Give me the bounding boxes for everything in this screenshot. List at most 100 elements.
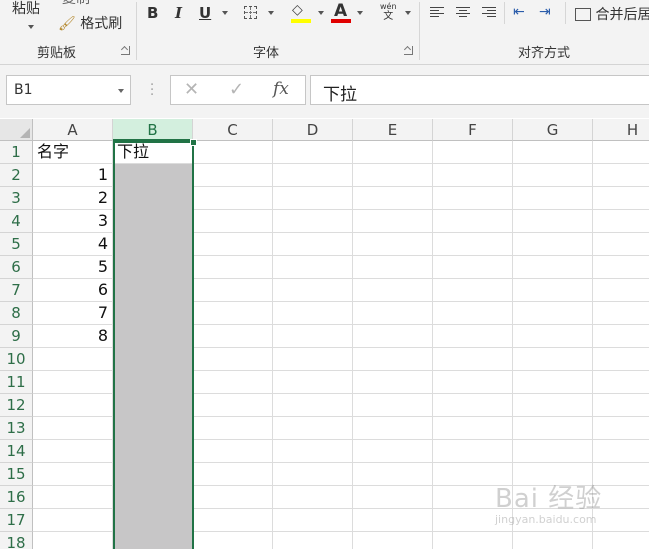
row-header-15[interactable]: 15 [0, 463, 33, 486]
cell-c7[interactable] [193, 279, 273, 302]
cell-c17[interactable] [193, 509, 273, 532]
align-left-icon[interactable] [430, 7, 444, 18]
cell-d15[interactable] [273, 463, 353, 486]
cell-g10[interactable] [513, 348, 593, 371]
increase-indent-icon[interactable]: ⇥ [539, 4, 551, 20]
cell-c6[interactable] [193, 256, 273, 279]
cell-b13[interactable] [113, 417, 193, 440]
underline-dropdown-icon[interactable] [222, 11, 228, 15]
cell-g14[interactable] [513, 440, 593, 463]
cell-b18[interactable] [113, 532, 193, 549]
merge-center-button[interactable]: 合并后居 [575, 4, 649, 24]
cell-d18[interactable] [273, 532, 353, 549]
enter-icon[interactable]: ✓ [229, 79, 244, 100]
cell-a13[interactable] [33, 417, 113, 440]
cell-b8[interactable] [113, 302, 193, 325]
cell-h9[interactable] [593, 325, 649, 348]
cell-a12[interactable] [33, 394, 113, 417]
cell-e9[interactable] [353, 325, 433, 348]
column-header-f[interactable]: F [433, 119, 513, 141]
cell-b14[interactable] [113, 440, 193, 463]
row-header-12[interactable]: 12 [0, 394, 33, 417]
cell-c12[interactable] [193, 394, 273, 417]
cell-f5[interactable] [433, 233, 513, 256]
cell-e7[interactable] [353, 279, 433, 302]
select-all-button[interactable] [0, 119, 33, 141]
cancel-icon[interactable]: ✕ [184, 79, 199, 100]
cell-f7[interactable] [433, 279, 513, 302]
cell-f10[interactable] [433, 348, 513, 371]
paste-dropdown-icon[interactable] [28, 25, 34, 29]
cell-g12[interactable] [513, 394, 593, 417]
cell-c9[interactable] [193, 325, 273, 348]
cell-d8[interactable] [273, 302, 353, 325]
cell-c4[interactable] [193, 210, 273, 233]
cell-b11[interactable] [113, 371, 193, 394]
cell-e8[interactable] [353, 302, 433, 325]
row-header-18[interactable]: 18 [0, 532, 33, 549]
phonetic-dropdown-icon[interactable] [405, 11, 411, 15]
column-header-a[interactable]: A [33, 119, 113, 141]
cell-g7[interactable] [513, 279, 593, 302]
cell-f18[interactable] [433, 532, 513, 549]
cell-f4[interactable] [433, 210, 513, 233]
cell-a17[interactable] [33, 509, 113, 532]
cell-g1[interactable] [513, 141, 593, 164]
cell-c11[interactable] [193, 371, 273, 394]
row-header-5[interactable]: 5 [0, 233, 33, 256]
cell-d17[interactable] [273, 509, 353, 532]
paste-button[interactable]: 粘贴 [12, 0, 40, 18]
row-header-13[interactable]: 13 [0, 417, 33, 440]
cell-d11[interactable] [273, 371, 353, 394]
cell-e18[interactable] [353, 532, 433, 549]
phonetic-guide-icon[interactable]: wén 文 [380, 2, 397, 22]
cell-e2[interactable] [353, 164, 433, 187]
cell-g4[interactable] [513, 210, 593, 233]
cell-d14[interactable] [273, 440, 353, 463]
column-header-g[interactable]: G [513, 119, 593, 141]
cell-c16[interactable] [193, 486, 273, 509]
cell-h4[interactable] [593, 210, 649, 233]
row-header-17[interactable]: 17 [0, 509, 33, 532]
row-header-14[interactable]: 14 [0, 440, 33, 463]
row-header-16[interactable]: 16 [0, 486, 33, 509]
column-header-h[interactable]: H [593, 119, 649, 141]
name-box[interactable]: B1 [6, 75, 131, 105]
cell-a8[interactable]: 7 [33, 302, 113, 325]
cell-b1[interactable]: 下拉 [113, 141, 193, 164]
cell-h3[interactable] [593, 187, 649, 210]
cell-e11[interactable] [353, 371, 433, 394]
fill-color-dropdown-icon[interactable] [318, 11, 324, 15]
cell-e10[interactable] [353, 348, 433, 371]
font-dialog-launcher-icon[interactable] [404, 46, 413, 55]
cell-d5[interactable] [273, 233, 353, 256]
cell-e12[interactable] [353, 394, 433, 417]
underline-button[interactable]: U [199, 4, 211, 22]
column-header-b[interactable]: B [113, 119, 193, 141]
cell-b15[interactable] [113, 463, 193, 486]
cell-d7[interactable] [273, 279, 353, 302]
formula-input[interactable]: 下拉 [310, 75, 649, 105]
cell-f9[interactable] [433, 325, 513, 348]
cell-h5[interactable] [593, 233, 649, 256]
cell-g5[interactable] [513, 233, 593, 256]
fill-color-icon[interactable]: ◇ [292, 2, 303, 18]
cell-a11[interactable] [33, 371, 113, 394]
cell-e5[interactable] [353, 233, 433, 256]
align-right-icon[interactable] [482, 7, 496, 18]
decrease-indent-icon[interactable]: ⇤ [513, 4, 525, 20]
cell-d10[interactable] [273, 348, 353, 371]
cell-a18[interactable] [33, 532, 113, 549]
cell-h14[interactable] [593, 440, 649, 463]
copy-button[interactable]: 复制 [62, 0, 90, 8]
cell-a7[interactable]: 6 [33, 279, 113, 302]
cell-b3[interactable] [113, 187, 193, 210]
cell-h1[interactable] [593, 141, 649, 164]
cell-f11[interactable] [433, 371, 513, 394]
cell-f3[interactable] [433, 187, 513, 210]
bold-button[interactable]: B [147, 4, 158, 22]
cell-h11[interactable] [593, 371, 649, 394]
cell-a14[interactable] [33, 440, 113, 463]
cell-b4[interactable] [113, 210, 193, 233]
cell-h18[interactable] [593, 532, 649, 549]
